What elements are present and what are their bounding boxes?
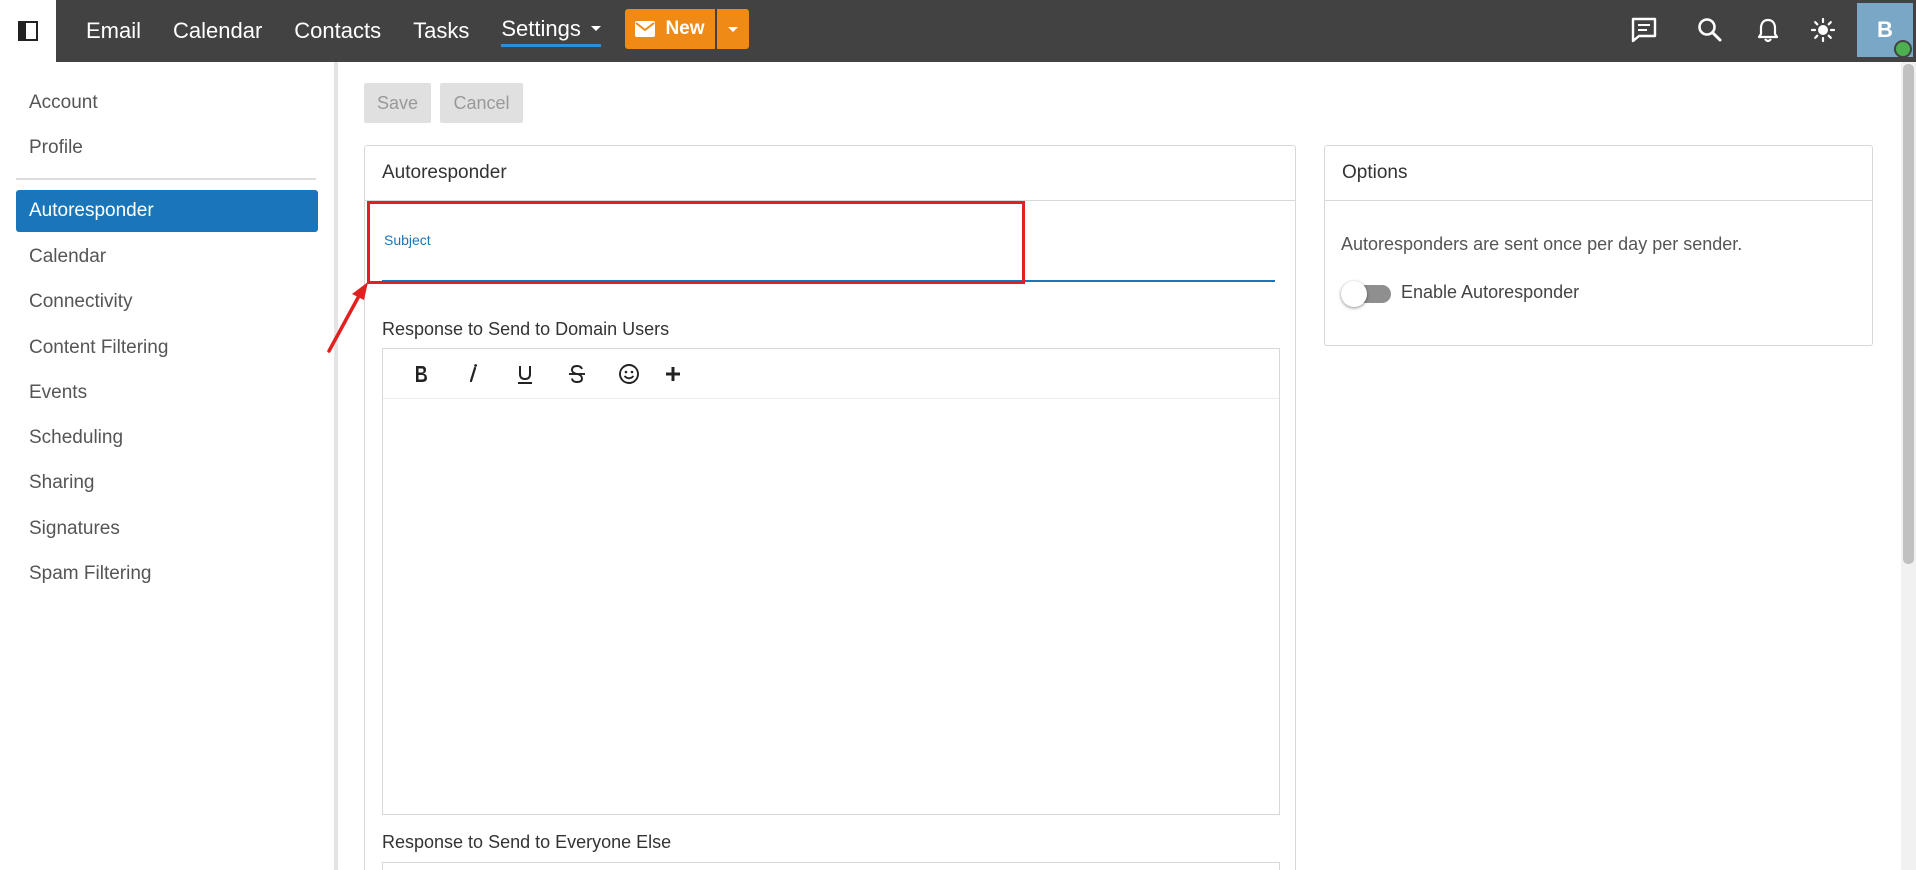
emoji-icon [619, 363, 639, 384]
options-panel-title: Options [1325, 146, 1872, 201]
toggle-knob [1341, 281, 1367, 307]
domain-response-editor [382, 348, 1280, 815]
settings-sidebar: Account Profile Autoresponder Calendar C… [0, 62, 338, 870]
plus-icon [666, 366, 680, 381]
sidebar-item-sharing[interactable]: Sharing [16, 462, 318, 504]
options-info-text: Autoresponders are sent once per day per… [1341, 234, 1743, 254]
italic-button[interactable] [447, 358, 499, 390]
avatar-initial: B [1877, 17, 1893, 42]
nav-contacts[interactable]: Contacts [294, 18, 381, 44]
search-icon [1698, 18, 1722, 42]
sidebar-toggle-icon [18, 21, 38, 41]
save-button[interactable]: Save [364, 83, 431, 123]
emoji-button[interactable] [603, 358, 655, 390]
bell-icon [1757, 18, 1779, 43]
sun-icon [1810, 17, 1836, 43]
domain-response-label: Response to Send to Domain Users [382, 319, 670, 339]
main-nav: Email Calendar Contacts Tasks Settings [70, 0, 617, 62]
top-bar: Email Calendar Contacts Tasks Settings N… [0, 0, 1916, 62]
sidebar-item-spam-filtering[interactable]: Spam Filtering [16, 553, 318, 595]
enable-autoresponder-toggle[interactable] [1341, 281, 1391, 307]
page-scrollbar[interactable] [1901, 62, 1916, 870]
chat-button[interactable] [1628, 14, 1660, 46]
cancel-button[interactable]: Cancel [440, 83, 523, 123]
insert-button[interactable] [655, 358, 691, 390]
new-button-group: New [625, 9, 749, 49]
sidebar-item-calendar[interactable]: Calendar [16, 236, 318, 278]
sidebar-item-content-filtering[interactable]: Content Filtering [16, 327, 318, 369]
scrollbar-thumb[interactable] [1903, 64, 1914, 564]
new-button[interactable]: New [625, 9, 715, 49]
new-dropdown-button[interactable] [717, 9, 749, 49]
envelope-icon [635, 21, 656, 37]
nav-tasks[interactable]: Tasks [413, 18, 469, 44]
underline-button[interactable] [499, 358, 551, 390]
strikethrough-button[interactable] [551, 358, 603, 390]
bold-icon [416, 365, 427, 382]
sidebar-toggle-button[interactable] [0, 0, 56, 62]
italic-icon [469, 363, 477, 382]
everyone-response-editor[interactable] [382, 862, 1280, 870]
sidebar-item-account[interactable]: Account [16, 82, 318, 124]
chat-icon [1631, 17, 1657, 43]
editor-toolbar [383, 349, 1279, 399]
autoresponder-panel-title: Autoresponder [365, 146, 1295, 201]
new-button-label: New [665, 18, 705, 39]
enable-autoresponder-label: Enable Autoresponder [1401, 282, 1580, 302]
sidebar-item-signatures[interactable]: Signatures [16, 508, 318, 550]
sidebar-item-profile[interactable]: Profile [16, 127, 318, 169]
notifications-button[interactable] [1752, 14, 1784, 46]
sidebar-item-autoresponder[interactable]: Autoresponder [16, 190, 318, 232]
sidebar-item-scheduling[interactable]: Scheduling [16, 417, 318, 459]
sidebar-item-events[interactable]: Events [16, 372, 318, 414]
subject-label: Subject [384, 232, 431, 248]
underline-icon [518, 365, 532, 384]
sidebar-divider [16, 178, 316, 180]
subject-input[interactable] [382, 248, 1275, 282]
chevron-down-icon [728, 26, 738, 32]
search-button[interactable] [1694, 14, 1726, 46]
bold-button[interactable] [395, 358, 447, 390]
nav-settings[interactable]: Settings [501, 16, 601, 47]
nav-email[interactable]: Email [86, 18, 141, 44]
presence-indicator [1894, 40, 1912, 58]
nav-settings-label: Settings [501, 15, 581, 41]
domain-response-editor-body[interactable] [383, 399, 1279, 814]
theme-button[interactable] [1807, 14, 1839, 46]
strikethrough-icon [569, 364, 585, 383]
sidebar-item-connectivity[interactable]: Connectivity [16, 281, 318, 323]
chevron-down-icon [590, 26, 601, 31]
nav-calendar[interactable]: Calendar [173, 18, 262, 44]
everyone-response-label: Response to Send to Everyone Else [382, 832, 672, 852]
